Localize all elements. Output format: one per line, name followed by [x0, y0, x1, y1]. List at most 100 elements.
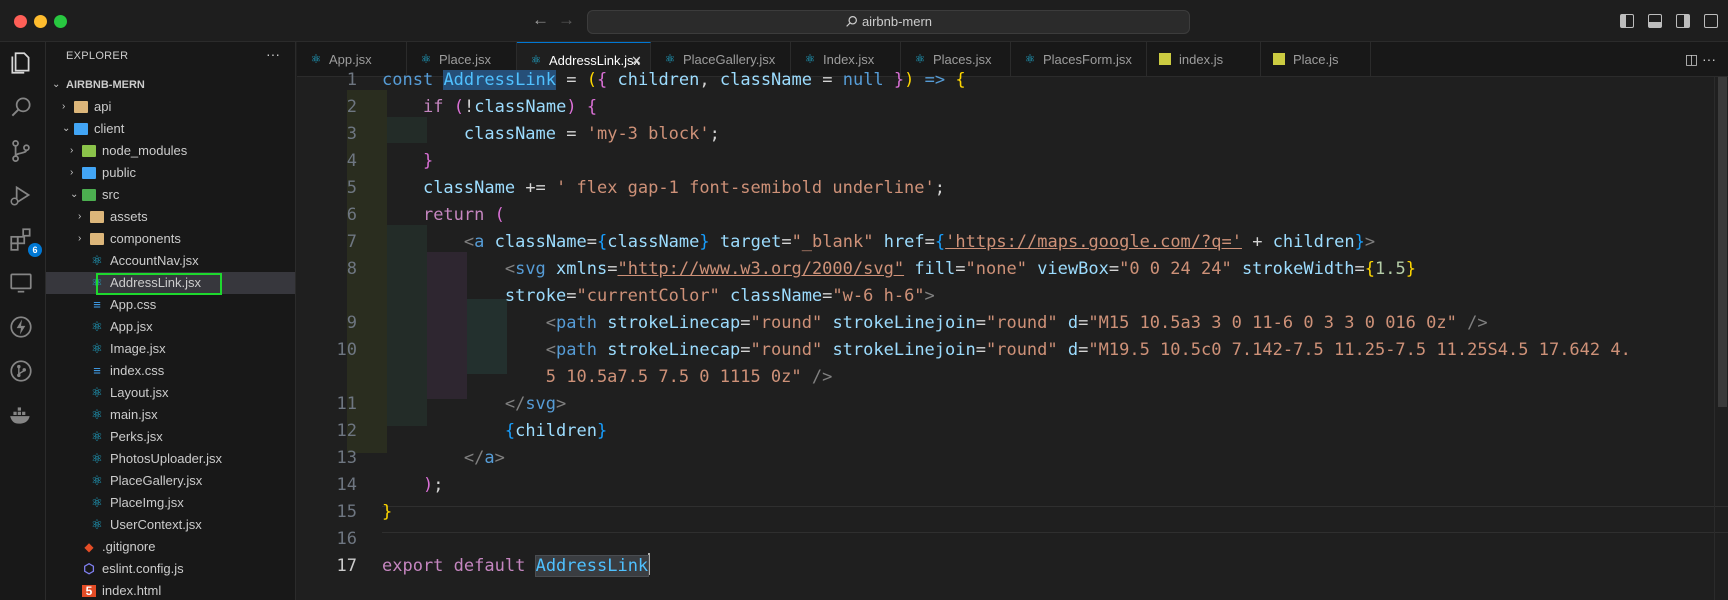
git-graph-icon[interactable]: [8, 358, 38, 388]
code-line[interactable]: const AddressLink = ({ children, classNa…: [382, 67, 966, 94]
code-line[interactable]: <path strokeLinecap="round" strokeLinejo…: [382, 310, 1488, 337]
code-line[interactable]: stroke="currentColor" className="w-6 h-6…: [382, 283, 935, 310]
tree-item[interactable]: › node_modules: [46, 140, 295, 162]
eslint-file-icon: ⬡: [83, 561, 95, 576]
tree-item[interactable]: ⚛ PlaceGallery.jsx: [46, 470, 295, 492]
css-file-icon: ≡: [93, 363, 101, 378]
lightning-icon[interactable]: [8, 314, 38, 344]
code-line[interactable]: }: [382, 499, 392, 526]
extensions-icon[interactable]: 6: [8, 226, 42, 257]
react-file-icon: ⚛: [91, 319, 103, 334]
files-icon[interactable]: [8, 50, 38, 80]
remote-explorer-icon[interactable]: [8, 270, 38, 300]
chevron-right-icon: ›: [70, 167, 74, 178]
tab-place-js[interactable]: Place.js: [1261, 42, 1371, 77]
tree-item[interactable]: ≡ App.css: [46, 294, 295, 316]
react-file-icon: ⚛: [91, 429, 103, 444]
tree-item[interactable]: ⌄ src: [46, 184, 295, 206]
tree-item[interactable]: ≡ index.css: [46, 360, 295, 382]
scrollbar-thumb[interactable]: [1718, 77, 1727, 407]
tree-item[interactable]: ⚛ Perks.jsx: [46, 426, 295, 448]
code-line[interactable]: );: [382, 472, 444, 499]
line-number: 13: [336, 448, 357, 468]
minimize-window-button[interactable]: [34, 15, 47, 28]
code-line[interactable]: <svg xmlns="http://www.w3.org/2000/svg" …: [382, 256, 1416, 283]
docker-icon[interactable]: [8, 402, 38, 432]
split-editor-icon[interactable]: ◫ ···: [1685, 51, 1716, 68]
tab-index-js[interactable]: index.js: [1147, 42, 1261, 77]
tree-item[interactable]: ⚛ App.jsx: [46, 316, 295, 338]
tree-item[interactable]: ⚛ Image.jsx: [46, 338, 295, 360]
close-window-button[interactable]: [14, 15, 27, 28]
tree-item[interactable]: ⚛ PlaceImg.jsx: [46, 492, 295, 514]
tree-item-label: PhotosUploader.jsx: [110, 451, 223, 466]
line-number: 12: [336, 421, 357, 441]
tree-item-label: assets: [110, 209, 148, 224]
tree-item[interactable]: ◆ .gitignore: [46, 536, 295, 558]
js-file-icon: [1273, 53, 1285, 65]
run-debug-icon[interactable]: [8, 182, 38, 212]
toggle-secondary-sidebar-icon[interactable]: [1676, 14, 1690, 28]
toggle-primary-sidebar-icon[interactable]: [1620, 14, 1634, 28]
tree-item-label: public: [102, 165, 136, 180]
folder-icon: [74, 123, 88, 135]
code-line[interactable]: <path strokeLinecap="round" strokeLinejo…: [382, 337, 1631, 364]
tree-item[interactable]: › public: [46, 162, 295, 184]
line-number: 3: [346, 124, 357, 144]
arrow-right-icon[interactable]: →: [558, 10, 575, 30]
code-line[interactable]: export default AddressLink: [382, 553, 651, 580]
search-icon[interactable]: [8, 94, 38, 124]
code-line[interactable]: className = 'my-3 block';: [382, 121, 720, 148]
tree-item[interactable]: 5 index.html: [46, 580, 295, 600]
search-text: airbnb-mern: [861, 14, 933, 29]
code-line[interactable]: </svg>: [382, 391, 566, 418]
code-line[interactable]: 5 10.5a7.5 7.5 0 1115 0z" />: [382, 364, 833, 391]
line-number: 7: [346, 232, 357, 252]
more-actions-icon[interactable]: ···: [266, 46, 280, 62]
code-line[interactable]: }: [382, 148, 433, 175]
tab-placesform-jsx[interactable]: ⚛ PlacesForm.jsx: [1011, 42, 1147, 77]
tree-item-label: PlaceImg.jsx: [110, 495, 184, 510]
tree-item-label: Layout.jsx: [110, 385, 169, 400]
tree-item-label: src: [102, 187, 120, 202]
tree-root[interactable]: ⌄ AIRBNB-MERN: [46, 74, 295, 96]
extensions-badge: 6: [28, 243, 42, 257]
tree-item[interactable]: ⚛ Layout.jsx: [46, 382, 295, 404]
folder-icon: [82, 145, 96, 157]
tree-item-label: AccountNav.jsx: [110, 253, 199, 268]
customize-layout-icon[interactable]: [1704, 14, 1718, 28]
code-line[interactable]: </a>: [382, 445, 505, 472]
react-file-icon: ⚛: [91, 473, 103, 488]
tree-item[interactable]: › components: [46, 228, 295, 250]
code-line[interactable]: <a className={className} target="_blank"…: [382, 229, 1375, 256]
react-file-icon: ⚛: [804, 52, 816, 66]
source-control-icon[interactable]: [8, 138, 38, 168]
code-line[interactable]: {children}: [382, 418, 607, 445]
line-number: 11: [336, 394, 357, 414]
code-line[interactable]: className += ' flex gap-1 font-semibold …: [382, 175, 945, 202]
tree-item[interactable]: ⚛ main.jsx: [46, 404, 295, 426]
tree-item[interactable]: › assets: [46, 206, 295, 228]
code-line[interactable]: if (!className) {: [382, 94, 597, 121]
chevron-right-icon: ›: [70, 145, 74, 156]
vertical-scrollbar[interactable]: [1714, 77, 1728, 600]
tree-item[interactable]: ⬡ eslint.config.js: [46, 558, 295, 580]
line-number: 6: [346, 205, 357, 225]
tree-item[interactable]: ⚛ PhotosUploader.jsx: [46, 448, 295, 470]
code-line[interactable]: return (: [382, 202, 505, 229]
tree-item[interactable]: ⚛ AccountNav.jsx: [46, 250, 295, 272]
react-file-icon: ⚛: [91, 385, 103, 400]
tree-item[interactable]: › api: [46, 96, 295, 118]
code-editor[interactable]: const AddressLink = ({ children, classNa…: [297, 70, 1728, 600]
current-line-highlight: [382, 506, 1728, 533]
react-file-icon: ⚛: [310, 52, 322, 66]
tree-item[interactable]: ⚛ UserContext.jsx: [46, 514, 295, 536]
toggle-panel-icon[interactable]: [1648, 14, 1662, 28]
root-folder-label: AIRBNB-MERN: [66, 79, 145, 91]
folder-icon: [82, 189, 96, 201]
maximize-window-button[interactable]: [54, 15, 67, 28]
arrow-left-icon[interactable]: ←: [532, 10, 549, 30]
command-center-search[interactable]: airbnb-mern: [587, 10, 1190, 34]
tree-item[interactable]: ⌄ client: [46, 118, 295, 140]
css-file-icon: ≡: [93, 297, 101, 312]
